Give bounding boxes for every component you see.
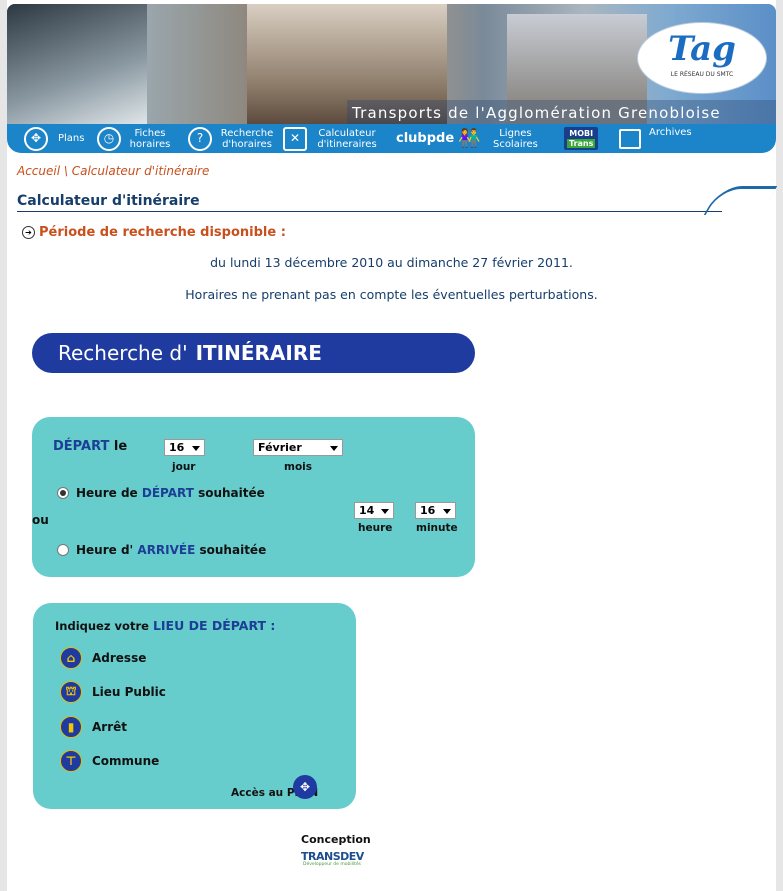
nav-recherche-horaires[interactable]: ? Recherche d'horaires [188, 124, 278, 153]
main-nav: ✥ Plans ◷ Fiches horaires ? Recherche d'… [7, 124, 776, 153]
breadcrumb[interactable]: Accueil \ Calculateur d'itinéraire [17, 164, 209, 178]
transdev-tagline: Développeur de mobilités [303, 862, 361, 867]
tag-logo[interactable]: Tag LE RÉSEAU DU SMTC [637, 22, 767, 94]
arrival-time-label: Heure d' ARRIVÉE souhaitée [76, 543, 267, 557]
or-label: ou [32, 513, 49, 527]
departure-time-radio[interactable] [57, 487, 69, 499]
disruption-notice: Horaires ne prenant pas en compte les év… [185, 287, 598, 302]
place-option-arret[interactable]: ▮ Arrêt [60, 716, 127, 738]
public-building-icon: ⛫ [60, 681, 82, 703]
conception-label: Conception [301, 833, 371, 846]
hour-select[interactable]: 14 [354, 502, 394, 519]
question-clock-icon: ? [188, 126, 212, 151]
place-option-lieu-public[interactable]: ⛫ Lieu Public [60, 681, 166, 703]
folder-icon [619, 128, 641, 149]
site-title: Transports de l'Agglomération Grenoblois… [352, 104, 721, 122]
minute-select[interactable]: 16 [415, 502, 456, 519]
departure-time-label: Heure de DÉPART souhaitée [76, 486, 265, 500]
month-select[interactable]: Février [253, 439, 343, 456]
clock-icon: ◷ [97, 126, 121, 151]
tram-photo [7, 4, 147, 124]
nav-lignes-scolaires[interactable]: 👫 Lignes Scolaires [458, 124, 546, 153]
chevron-down-icon [443, 509, 451, 514]
nav-fiches-horaires[interactable]: ◷ Fiches horaires [97, 124, 175, 153]
place-heading: Indiquez votre LIEU DE DÉPART : [55, 618, 276, 633]
month-caption: mois [284, 461, 313, 473]
day-select[interactable]: 16 [164, 439, 205, 456]
title-swoosh [703, 186, 778, 215]
page: Transports de l'Agglomération Grenoblois… [7, 0, 778, 891]
chevron-down-icon [330, 446, 338, 451]
compass-icon: ✥ [24, 126, 48, 151]
nav-plans[interactable]: ✥ Plans [24, 124, 84, 153]
bus-stop-icon: ▮ [60, 716, 82, 738]
chevron-down-icon [381, 509, 389, 514]
title-underline [17, 211, 722, 212]
nav-archives[interactable]: Archives [619, 124, 692, 153]
signpost-icon: ⊤ [60, 750, 82, 772]
minute-caption: minute [416, 522, 458, 534]
chevron-down-icon [192, 446, 200, 451]
arrows-icon: ✕ [283, 126, 307, 151]
period-heading: ➔ Période de recherche disponible : [22, 225, 286, 240]
departure-date-label: DÉPART le [53, 439, 128, 454]
house-icon: ⌂ [60, 647, 82, 669]
arrival-time-radio[interactable] [57, 544, 69, 556]
nav-calculateur[interactable]: ✕ Calculateur d'itineraires [283, 124, 383, 153]
page-title: Calculateur d'itinéraire [17, 193, 200, 209]
nav-mobitrans[interactable]: MOBI Trans [564, 124, 599, 153]
clubpde-logo: clubpde [396, 131, 455, 146]
place-option-adresse[interactable]: ⌂ Adresse [60, 647, 146, 669]
hour-caption: heure [358, 522, 393, 534]
children-icon: 👫 [458, 128, 481, 149]
place-option-commune[interactable]: ⊤ Commune [60, 750, 159, 772]
itinerary-search-banner: Recherche d' ITINÉRAIRE [32, 333, 475, 373]
period-dates: du lundi 13 décembre 2010 au dimanche 27… [210, 255, 573, 270]
mobitrans-logo: MOBI Trans [564, 127, 599, 150]
header-banner: Transports de l'Agglomération Grenoblois… [7, 4, 776, 124]
map-navigation-icon[interactable]: ✥ [293, 775, 317, 799]
day-caption: jour [172, 461, 196, 473]
arrow-right-icon: ➔ [22, 226, 35, 239]
nav-clubpde[interactable]: clubpde [396, 124, 454, 153]
